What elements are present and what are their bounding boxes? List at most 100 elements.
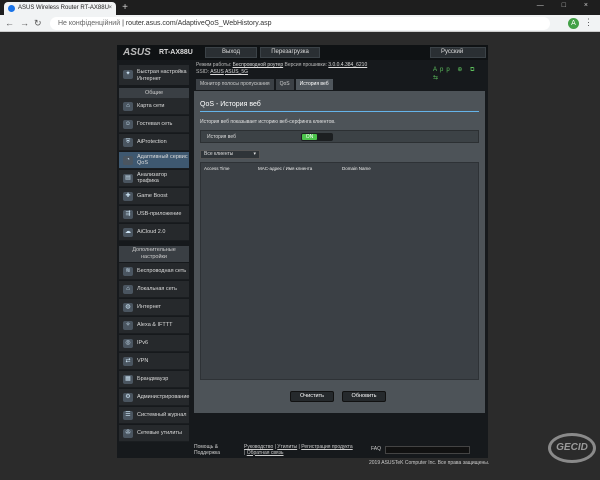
mode-label: Режим работы: <box>196 62 232 68</box>
sidebar-item-label: VPN <box>137 357 149 364</box>
router-model: RT-AX88U <box>159 49 193 56</box>
sidebar-item-usb-apps[interactable]: ⇶ USB-приложение <box>119 206 189 223</box>
url-text: router.asus.com/AdaptiveQoS_WebHistory.a… <box>125 20 272 27</box>
back-icon[interactable]: ← <box>5 18 14 29</box>
reload-icon[interactable]: ↻ <box>34 18 42 29</box>
column-header-client: MAC-адрес / Имя клиента <box>258 166 313 171</box>
language-select[interactable]: Русский <box>430 47 486 58</box>
toggle-on-state: ON <box>302 134 317 140</box>
ssid-24-link[interactable]: ASUS <box>210 69 224 75</box>
tools-icon: ✇ <box>123 429 133 438</box>
wan-status-icon[interactable]: ⊕ <box>457 67 465 73</box>
browser-tab[interactable]: ASUS Wireless Router RT-AX88U × <box>4 2 116 15</box>
usb-status-icon[interactable]: ⇆ <box>433 75 441 81</box>
address-bar-row: ← → ↻ Не конфіденційний | router.asus.co… <box>0 15 600 32</box>
sidebar-item-traffic-analyzer[interactable]: ▤ Анализатор трафика <box>119 170 189 187</box>
sidebar-item-wan[interactable]: ◍ Интернет <box>119 299 189 316</box>
footer-link-registration[interactable]: Регистрация продукта <box>301 444 352 450</box>
history-table: Access Time MAC-адрес / Имя клиента Doma… <box>200 162 479 380</box>
ssid-5-link[interactable]: ASUS_5G <box>225 69 248 75</box>
sidebar-item-vpn[interactable]: ⇄ VPN <box>119 353 189 370</box>
footer-link-feedback[interactable]: Обратная связь <box>247 450 284 456</box>
guest-icon: ☺ <box>123 120 133 129</box>
sidebar-item-quick-setup[interactable]: ✦ Быстрая настройка Интернет <box>119 65 189 85</box>
sidebar-item-label: Гостевая сеть <box>137 120 173 127</box>
web-history-label: История веб <box>207 134 236 140</box>
column-header-access-time: Access Time <box>204 166 230 171</box>
client-status-icon[interactable]: ⧉ <box>470 67 477 73</box>
ipv6-icon: ◎ <box>123 339 133 348</box>
sidebar-group-general: Общие <box>119 88 189 98</box>
firmware-label: Версия прошивки: <box>284 62 327 68</box>
web-history-setting-row: История веб ON <box>200 130 479 143</box>
tab-qos[interactable]: QoS <box>275 79 294 90</box>
sidebar-item-lan[interactable]: ⌂ Локальная сеть <box>119 281 189 298</box>
faq-search-input[interactable] <box>385 446 470 454</box>
sidebar-item-label: Беспроводная сеть <box>137 267 187 274</box>
browser-menu-icon[interactable]: ⋮ <box>584 17 593 28</box>
firmware-link[interactable]: 3.0.0.4.384_6210 <box>328 62 367 68</box>
lan-icon: ⌂ <box>123 285 133 294</box>
sidebar-item-firewall[interactable]: ▦ Брандмауэр <box>119 371 189 388</box>
network-map-icon: ⌂ <box>123 102 133 111</box>
gamepad-icon: ✚ <box>123 192 133 201</box>
shield-icon: ⛨ <box>123 138 133 147</box>
tab-bandwidth-monitor[interactable]: Монитор полосы пропускания <box>196 79 274 90</box>
sidebar-item-administration[interactable]: ⚙ Администрирование <box>119 389 189 406</box>
firewall-icon: ▦ <box>123 375 133 384</box>
sidebar-item-guest-network[interactable]: ☺ Гостевая сеть <box>119 116 189 133</box>
sidebar-item-wireless[interactable]: ≋ Беспроводная сеть <box>119 263 189 280</box>
sidebar-item-network-map[interactable]: ⌂ Карта сети <box>119 98 189 115</box>
url-input[interactable]: Не конфіденційний | router.asus.com/Adap… <box>50 17 550 30</box>
browser-tab-bar: ASUS Wireless Router RT-AX88U × + — □ × <box>0 0 600 15</box>
mode-link[interactable]: Беспроводной роутер <box>233 62 284 68</box>
faq-label: FAQ <box>371 446 382 452</box>
sidebar-item-label: Сетевые утилиты <box>137 429 182 436</box>
sidebar: ✦ Быстрая настройка Интернет Общие ⌂ Карт… <box>117 62 192 442</box>
site-watermark-logo: GECID <box>548 433 596 463</box>
copyright-text: 2019 ASUSTeK Computer Inc. Все права защ… <box>369 460 490 466</box>
asus-logo: ASUS <box>123 47 151 58</box>
profile-avatar[interactable]: A <box>568 18 579 29</box>
content-panel: QoS - История веб История веб показывает… <box>194 91 485 413</box>
router-page: ASUS RT-AX88U Выход Перезагрузка Русский… <box>117 45 488 458</box>
sidebar-item-label: Адаптивный сервис QoS <box>137 153 188 167</box>
log-icon: ☰ <box>123 411 133 420</box>
reboot-button[interactable]: Перезагрузка <box>260 47 320 58</box>
clear-button[interactable]: Очистить <box>290 391 334 402</box>
sidebar-item-alexa-ifttt[interactable]: ✧ Alexa & IFTTT <box>119 317 189 334</box>
chevron-down-icon: ▾ <box>253 151 256 157</box>
forward-icon[interactable]: → <box>20 18 29 29</box>
sidebar-item-adaptive-qos[interactable]: ◔ Адаптивный сервис QoS <box>119 152 189 169</box>
new-tab-button[interactable]: + <box>120 3 130 13</box>
sidebar-item-label: Интернет <box>137 303 161 310</box>
sidebar-item-label: Локальная сеть <box>137 285 177 292</box>
sidebar-item-network-tools[interactable]: ✇ Сетевые утилиты <box>119 425 189 442</box>
sidebar-item-game-boost[interactable]: ✚ Game Boost <box>119 188 189 205</box>
sidebar-item-label: USB-приложение <box>137 210 182 217</box>
tab-web-history[interactable]: История веб <box>295 79 333 90</box>
vpn-icon: ⇄ <box>123 357 133 366</box>
help-support-label: Помощь & Поддержка <box>194 444 221 456</box>
sidebar-item-label: Брандмауэр <box>137 375 169 382</box>
status-icons: App ⊕ ⧉ ⇆ <box>433 66 488 81</box>
globe-icon: ◍ <box>123 303 133 312</box>
sidebar-item-label: Карта сети <box>137 102 165 109</box>
page-description: История веб показывает историю веб-серфи… <box>200 119 336 125</box>
tab-close-icon[interactable]: × <box>108 2 112 15</box>
refresh-button[interactable]: Обновить <box>342 391 386 402</box>
sidebar-item-label: Системный журнал <box>137 411 187 418</box>
sidebar-item-ipv6[interactable]: ◎ IPv6 <box>119 335 189 352</box>
sidebar-item-system-log[interactable]: ☰ Системный журнал <box>119 407 189 424</box>
logout-button[interactable]: Выход <box>205 47 257 58</box>
security-indicator[interactable]: Не конфіденційний <box>58 20 120 27</box>
sidebar-item-label: Быстрая настройка Интернет <box>137 69 187 82</box>
window-controls[interactable]: — □ × <box>537 2 596 9</box>
client-filter-select[interactable]: Все клиенты ▾ <box>200 150 260 159</box>
sidebar-item-label: AiCloud 2.0 <box>137 228 166 235</box>
sidebar-item-label: Анализатор трафика <box>137 171 168 185</box>
web-history-toggle[interactable]: ON <box>301 133 333 141</box>
sidebar-item-aiprotection[interactable]: ⛨ AiProtection <box>119 134 189 151</box>
app-label[interactable]: App <box>433 67 453 73</box>
sidebar-item-aicloud[interactable]: ☁ AiCloud 2.0 <box>119 224 189 241</box>
